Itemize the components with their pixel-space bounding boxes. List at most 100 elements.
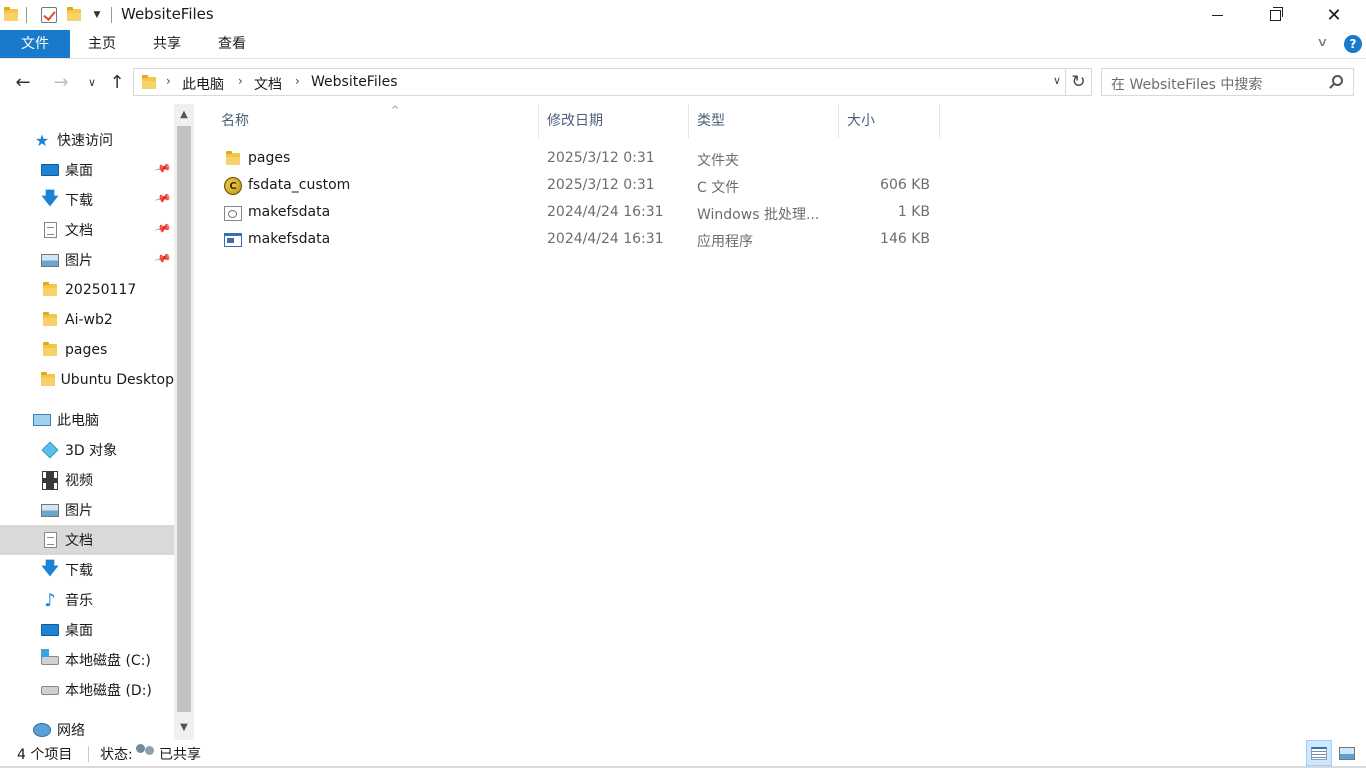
chevron-right-icon[interactable]: › <box>238 74 243 88</box>
pin-icon[interactable]: 📌 <box>154 159 172 177</box>
scrollbar-thumb[interactable] <box>177 126 191 712</box>
folder-icon <box>223 150 243 168</box>
file-name: makefsdata <box>248 231 331 247</box>
film-icon <box>40 470 60 490</box>
column-header-type[interactable]: 类型 <box>689 104 839 138</box>
column-header-size[interactable]: 大小 <box>839 104 940 138</box>
sidebar-item-ai-wb2[interactable]: Ai-wb2 <box>0 305 174 335</box>
properties-icon[interactable] <box>40 5 58 25</box>
sidebar-item-downloads-pc[interactable]: 🡇 下载 <box>0 555 174 585</box>
sidebar-item-desktop-pc[interactable]: 桌面 <box>0 615 174 645</box>
scroll-down-icon[interactable]: ▼ <box>174 718 194 738</box>
pin-icon[interactable]: 📌 <box>154 249 172 267</box>
sidebar-item-videos[interactable]: 视频 <box>0 465 174 495</box>
recent-locations-button[interactable]: ∨ <box>85 71 99 93</box>
sidebar-item-label: 视频 <box>65 473 93 489</box>
sidebar-item-label: Ai-wb2 <box>65 312 113 328</box>
chevron-right-icon[interactable]: › <box>295 74 300 88</box>
chevron-right-icon[interactable]: › <box>166 74 171 88</box>
search-input[interactable]: 在 WebsiteFiles 中搜索 <box>1101 68 1354 96</box>
sidebar-item-3d-objects[interactable]: 3D 对象 <box>0 435 174 465</box>
large-icons-view-icon <box>1339 746 1355 760</box>
details-view-button[interactable] <box>1306 740 1332 766</box>
sidebar-item-pictures-pc[interactable]: 图片 <box>0 495 174 525</box>
new-folder-icon[interactable] <box>66 5 82 25</box>
tab-file[interactable]: 文件 <box>0 30 70 58</box>
back-button[interactable]: ← <box>12 71 34 93</box>
breadcrumb-documents[interactable]: 文档 <box>254 74 282 94</box>
download-icon: 🡇 <box>41 188 59 209</box>
sidebar-item-documents[interactable]: 文档 📌 <box>0 215 174 245</box>
sidebar-item-pictures[interactable]: 图片 📌 <box>0 245 174 275</box>
window-title: WebsiteFiles <box>121 5 214 23</box>
minimize-button[interactable] <box>1188 0 1246 30</box>
document-icon <box>40 221 60 239</box>
breadcrumb-websitefiles[interactable]: WebsiteFiles <box>311 74 398 90</box>
file-date: 2025/3/12 0:31 <box>547 150 655 166</box>
forward-button[interactable]: → <box>50 71 72 93</box>
scroll-up-icon[interactable]: ▲ <box>174 105 194 125</box>
file-row[interactable]: makefsdata 2024/4/24 16:31 应用程序 146 KB <box>216 227 940 254</box>
sidebar-item-documents-pc[interactable]: 文档 <box>0 525 174 555</box>
refresh-button[interactable]: ↻ <box>1066 68 1092 96</box>
navigation-pane: ★ 快速访问 桌面 📌 🡇 下载 📌 文档 📌 图片 📌 20250117 Ai… <box>0 104 174 740</box>
ribbon-tabs: 文件 主页 共享 查看 ∨ <box>0 30 1366 59</box>
sidebar-item-downloads[interactable]: 🡇 下载 📌 <box>0 185 174 215</box>
help-icon[interactable]: ? <box>1344 35 1362 53</box>
column-headers: 名称 ^ 修改日期 类型 大小 <box>194 104 1366 138</box>
sidebar-item-label: 下载 <box>65 563 93 579</box>
address-bar[interactable]: › 此电脑 › 文档 › WebsiteFiles ∨ <box>133 68 1066 96</box>
sidebar-item-label: 音乐 <box>65 593 93 609</box>
c-file-icon: C <box>223 177 243 195</box>
sidebar-item-label: 图片 <box>65 503 93 519</box>
file-row[interactable]: C fsdata_custom 2025/3/12 0:31 C 文件 606 … <box>216 173 940 200</box>
sidebar-item-drive-d[interactable]: 本地磁盘 (D:) <box>0 675 174 705</box>
close-button[interactable]: ✕ <box>1305 0 1363 30</box>
sidebar-item-ubuntu-desktop[interactable]: Ubuntu Desktop <box>0 365 174 395</box>
details-view-icon <box>1311 746 1327 760</box>
tab-home[interactable]: 主页 <box>78 30 126 58</box>
navigation-bar: ← → ∨ ↑ › 此电脑 › 文档 › WebsiteFiles ∨ ↻ 在 … <box>0 60 1366 104</box>
customize-toolbar-icon[interactable]: ▼ <box>90 5 104 25</box>
sidebar-item-quick-access[interactable]: ★ 快速访问 <box>0 125 174 155</box>
status-bar: 4 个项目 状态: 已共享 <box>0 740 1366 768</box>
file-size: 1 KB <box>897 204 930 220</box>
file-type: 文件夹 <box>697 153 739 169</box>
status-label: 状态: <box>100 747 133 763</box>
file-type: Windows 批处理... <box>697 207 820 223</box>
sidebar-scrollbar[interactable]: ▲ ▼ <box>174 104 194 740</box>
sidebar-item-music[interactable]: ♪ 音乐 <box>0 585 174 615</box>
desktop-icon <box>40 621 60 639</box>
sidebar-item-this-pc[interactable]: 此电脑 <box>0 405 174 435</box>
tab-view[interactable]: 查看 <box>208 30 256 58</box>
maximize-button[interactable] <box>1246 0 1304 30</box>
sidebar-item-drive-c[interactable]: 本地磁盘 (C:) <box>0 645 174 675</box>
up-button[interactable]: ↑ <box>107 71 127 93</box>
file-row[interactable]: pages 2025/3/12 0:31 文件夹 <box>216 146 940 173</box>
folder-icon <box>3 5 19 25</box>
column-header-date-modified[interactable]: 修改日期 <box>539 104 689 138</box>
folder-icon <box>40 281 60 299</box>
application-icon <box>223 231 243 249</box>
file-name: pages <box>248 150 291 166</box>
chevron-down-icon[interactable]: ∨ <box>1316 35 1328 49</box>
large-icons-view-button[interactable] <box>1334 740 1360 766</box>
column-header-name[interactable]: 名称 ^ <box>213 104 539 138</box>
sidebar-item-desktop[interactable]: 桌面 📌 <box>0 155 174 185</box>
column-label: 类型 <box>697 113 725 129</box>
title-bar: ▼ WebsiteFiles ✕ <box>0 0 1366 30</box>
search-placeholder: 在 WebsiteFiles 中搜索 <box>1111 77 1263 93</box>
sidebar-item-pages[interactable]: pages <box>0 335 174 365</box>
breadcrumb-this-pc[interactable]: 此电脑 <box>182 74 224 94</box>
cube-icon <box>40 441 60 459</box>
chevron-down-icon[interactable]: ∨ <box>1053 74 1061 87</box>
file-date: 2025/3/12 0:31 <box>547 177 655 193</box>
picture-icon <box>40 501 60 519</box>
sidebar-item-20250117[interactable]: 20250117 <box>0 275 174 305</box>
pin-icon[interactable]: 📌 <box>154 189 172 207</box>
pin-icon[interactable]: 📌 <box>154 219 172 237</box>
sidebar-item-network[interactable]: 网络 <box>0 715 174 740</box>
sidebar-item-label: 文档 <box>65 223 93 239</box>
tab-share[interactable]: 共享 <box>143 30 191 58</box>
file-row[interactable]: makefsdata 2024/4/24 16:31 Windows 批处理..… <box>216 200 940 227</box>
